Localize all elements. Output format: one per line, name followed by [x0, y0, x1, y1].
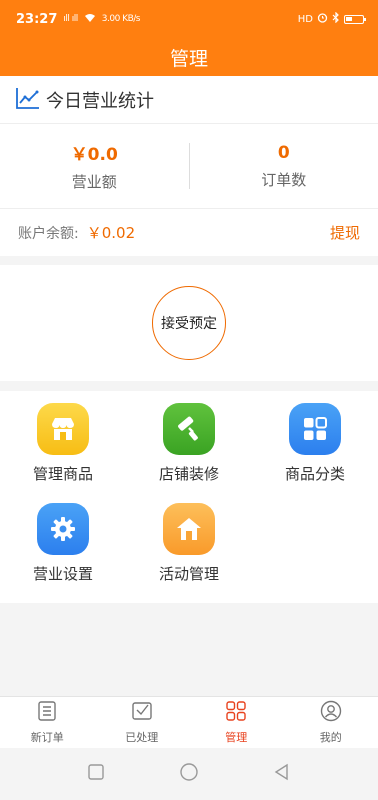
- grid-item-manage-products[interactable]: 管理商品: [0, 403, 126, 503]
- trend-chart-icon: [16, 87, 46, 113]
- stats-title: 今日营业统计: [46, 90, 154, 112]
- gear-icon: [37, 503, 89, 555]
- balance-row: 账户余额: ￥0.02 提现: [0, 209, 378, 256]
- balance-label: 账户余额:: [18, 225, 79, 242]
- grid-label: 商品分类: [284, 465, 345, 483]
- page-header: 管理: [0, 38, 378, 76]
- nav-label: 我的: [319, 731, 342, 744]
- grid-item-business-settings[interactable]: 营业设置: [0, 503, 126, 603]
- grid-label: 店铺装修: [158, 465, 219, 483]
- system-nav-bar: [0, 748, 378, 800]
- stats-title-row: 今日营业统计: [0, 76, 378, 124]
- battery-icon: [344, 14, 366, 24]
- profile-icon: [320, 700, 342, 726]
- back-triangle-icon[interactable]: [272, 762, 292, 786]
- category-grid-icon: [289, 403, 341, 455]
- manage-grid-icon: [225, 700, 247, 726]
- network-speed: 3.00 KB/s: [101, 14, 141, 24]
- alarm-icon: [317, 12, 328, 26]
- grid-row: 管理商品 店铺装修 商品分类: [0, 403, 378, 503]
- signal-indicator: ıll ıll: [63, 14, 78, 24]
- home-circle-icon[interactable]: [179, 762, 199, 786]
- orders-label: 订单数: [261, 170, 307, 189]
- home-icon: [163, 503, 215, 555]
- bottom-nav: 新订单 已处理 管理 我的: [0, 696, 378, 748]
- nav-label: 管理: [225, 731, 248, 744]
- accept-reservation-button[interactable]: 接受预定: [152, 286, 226, 360]
- revenue-label: 营业额: [71, 173, 117, 191]
- grid-item-product-category[interactable]: 商品分类: [252, 403, 378, 503]
- bluetooth-icon: [332, 11, 340, 26]
- revenue-stat[interactable]: ￥0.0 营业额: [0, 140, 189, 192]
- balance-value: ￥0.02: [86, 224, 136, 242]
- nav-item-new-orders[interactable]: 新订单: [0, 697, 95, 748]
- hd-indicator: HD: [297, 13, 313, 25]
- grid-label: 营业设置: [32, 565, 93, 583]
- stats-values: ￥0.0 营业额 0 订单数: [0, 124, 378, 209]
- recent-apps-icon[interactable]: [86, 762, 106, 786]
- reserve-section: 接受预定: [0, 265, 378, 381]
- function-grid: 管理商品 店铺装修 商品分类 营业设置 活动管理: [0, 391, 378, 603]
- order-list-icon: [36, 700, 58, 726]
- withdraw-button[interactable]: 提现: [330, 222, 360, 243]
- nav-item-manage[interactable]: 管理: [189, 697, 284, 748]
- nav-item-processed[interactable]: 已处理: [95, 697, 190, 748]
- orders-value: 0: [277, 142, 290, 163]
- store-icon: [37, 403, 89, 455]
- processed-icon: [131, 700, 153, 726]
- nav-label: 已处理: [125, 731, 159, 744]
- grid-label: 管理商品: [32, 465, 93, 483]
- grid-label: 活动管理: [158, 565, 219, 583]
- grid-row: 营业设置 活动管理: [0, 503, 378, 603]
- grid-item-shop-decoration[interactable]: 店铺装修: [126, 403, 252, 503]
- nav-label: 新订单: [30, 731, 64, 744]
- status-left: 23:27 ıll ıll 3.00 KB/s: [16, 12, 140, 27]
- orders-stat[interactable]: 0 订单数: [190, 143, 378, 190]
- status-right: HD: [297, 11, 366, 26]
- page-title: 管理: [169, 47, 208, 70]
- grid-item-activity-management[interactable]: 活动管理: [126, 503, 252, 603]
- nav-item-mine[interactable]: 我的: [284, 697, 378, 748]
- status-bar: 23:27 ıll ıll 3.00 KB/s HD: [0, 0, 378, 38]
- stats-card: 今日营业统计 ￥0.0 营业额 0 订单数 账户余额: ￥0.02 提现: [0, 76, 378, 256]
- status-time: 23:27: [16, 11, 58, 27]
- revenue-value: ￥0.0: [70, 145, 118, 165]
- paint-roller-icon: [163, 403, 215, 455]
- wifi-icon: [84, 12, 96, 26]
